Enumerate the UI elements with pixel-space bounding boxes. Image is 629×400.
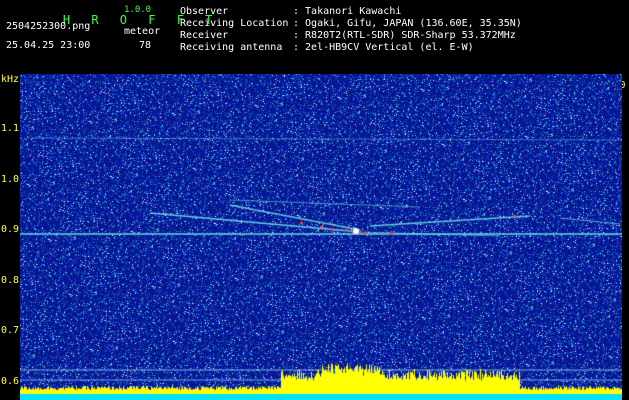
y-tick-label: 0.7 bbox=[1, 325, 20, 336]
y-tick-label: 1.1 bbox=[1, 123, 20, 134]
y-tick-label: 1.0 bbox=[1, 173, 20, 185]
info-label-receiver: Receiver bbox=[180, 30, 229, 41]
meteor-label: meteor bbox=[124, 26, 161, 37]
info-label-antenna: Receiving antenna bbox=[180, 42, 283, 53]
app-version: 1.0.0 bbox=[124, 5, 152, 15]
spectrogram-plot bbox=[20, 74, 622, 400]
hrofft-window: H R O F F T 1.0.0 2504252300.png 25.04.2… bbox=[0, 0, 629, 400]
y-tick-label: 0.9 bbox=[1, 224, 20, 235]
info-label-location: Receiving Location bbox=[180, 18, 289, 29]
info-value-location: : Ogaki, Gifu, JAPAN (136.60E, 35.35N) bbox=[293, 18, 522, 29]
info-value-antenna: : 2el-HB9CV Vertical (el. E-W) bbox=[293, 42, 474, 53]
image-filename: 2504252300.png bbox=[6, 21, 91, 32]
meteor-count: 78 bbox=[139, 40, 152, 51]
info-label-observer: Observer bbox=[180, 6, 229, 17]
y-tick-label: 0.8 bbox=[1, 274, 20, 286]
y-tick-label: 0.6 bbox=[1, 375, 20, 387]
y-axis-unit: kHz bbox=[1, 74, 20, 85]
info-value-receiver: : R820T2(RTL-SDR) SDR-Sharp 53.372MHz bbox=[293, 30, 516, 41]
info-value-observer: : Takanori Kawachi bbox=[293, 6, 402, 17]
observation-timestamp: 25.04.25 23:00 bbox=[6, 40, 91, 51]
